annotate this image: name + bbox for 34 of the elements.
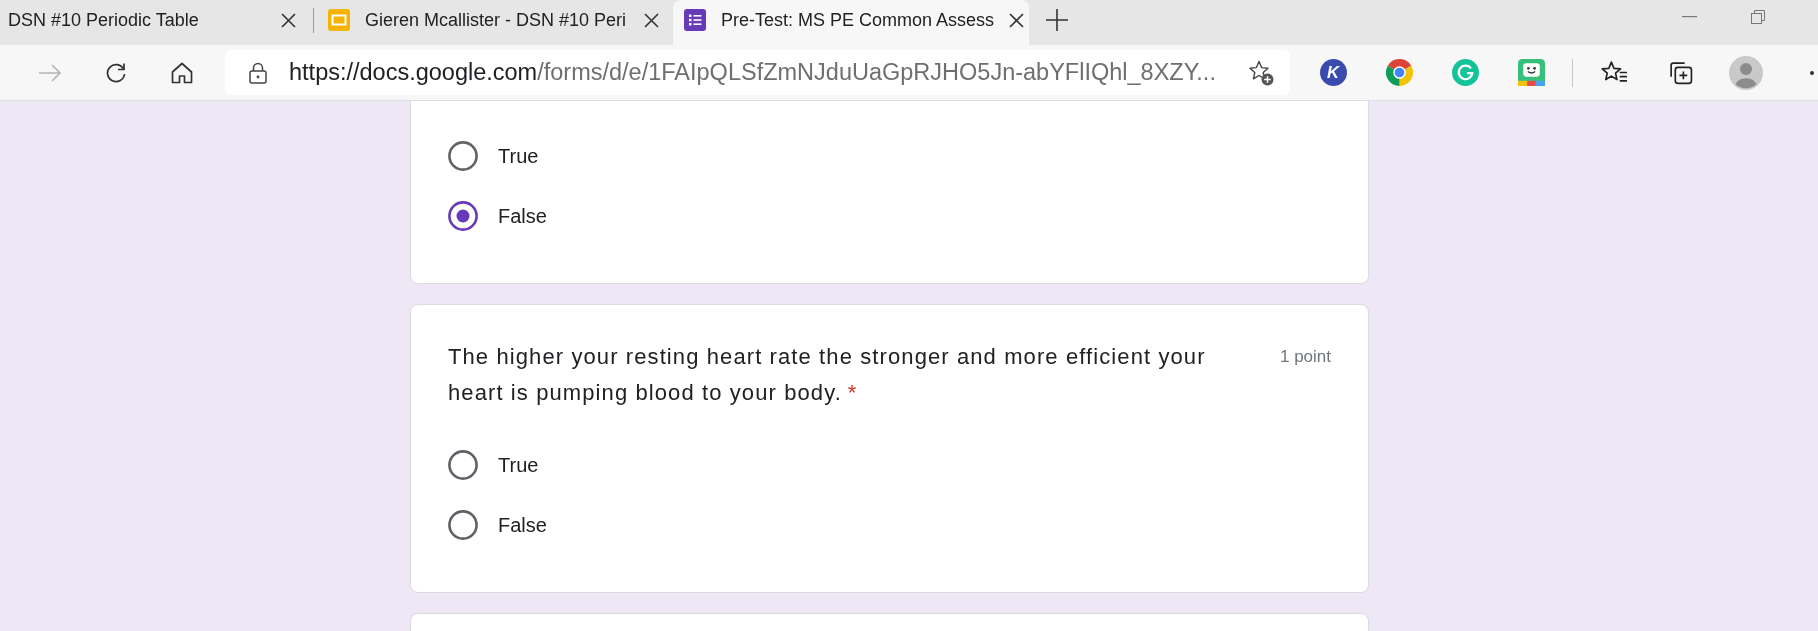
minimize-icon[interactable]: [1682, 16, 1697, 18]
letter-badge-icon[interactable]: K: [1319, 59, 1347, 86]
close-icon[interactable]: [1009, 12, 1025, 28]
home-icon[interactable]: [170, 60, 194, 85]
lock-icon[interactable]: [249, 61, 267, 84]
close-icon[interactable]: [281, 12, 296, 28]
favorites-icon[interactable]: [1600, 60, 1628, 85]
option-label[interactable]: False: [498, 513, 547, 537]
tricolor-wheel-icon[interactable]: [1385, 59, 1413, 86]
slide-icon: [328, 9, 350, 31]
points-label: 1 point: [1279, 346, 1331, 368]
radio-button[interactable]: [448, 201, 478, 231]
url-host: https://docs.google.com: [289, 59, 538, 85]
question-text: The higher your resting heart rate the stronger and more efficient your heart is pumping blood to your body. *: [448, 343, 1207, 407]
radio-button[interactable]: [448, 141, 478, 171]
browser-tab[interactable]: Gieren Mcallister - DSN #10 Peri: [317, 0, 673, 45]
list-icon: [684, 9, 706, 31]
collections-icon[interactable]: [1667, 60, 1693, 85]
restore-icon[interactable]: [1751, 10, 1765, 24]
option-label[interactable]: True: [498, 144, 539, 168]
option-label[interactable]: False: [498, 204, 547, 228]
close-icon[interactable]: [644, 12, 659, 28]
plus-icon[interactable]: [1046, 9, 1068, 31]
address-field[interactable]: https://docs.google.com/forms/d/e/1FAIpQLSfZmNJduUaGpRJHO5Jn-abYFlIQhl_8XZY...: [225, 50, 1290, 95]
dot-icon[interactable]: [1810, 70, 1814, 75]
browser-tab[interactable]: Pre-Test: MS PE Common Assess: [673, 0, 1029, 45]
radio-button[interactable]: [448, 510, 478, 540]
browser-tab[interactable]: DSN #10 Periodic Table: [0, 0, 310, 45]
smiley-tile-icon[interactable]: [1517, 59, 1545, 86]
url-path: /forms/d/e/1FAIpQLSfZmNJduUaGpRJHO5Jn-abYFlIQhl_8XZY...: [537, 59, 1216, 85]
star-plus-icon[interactable]: [1248, 59, 1274, 86]
avatar-icon[interactable]: [1729, 55, 1763, 90]
radio-button[interactable]: [448, 450, 478, 480]
option-label[interactable]: True: [498, 453, 539, 477]
